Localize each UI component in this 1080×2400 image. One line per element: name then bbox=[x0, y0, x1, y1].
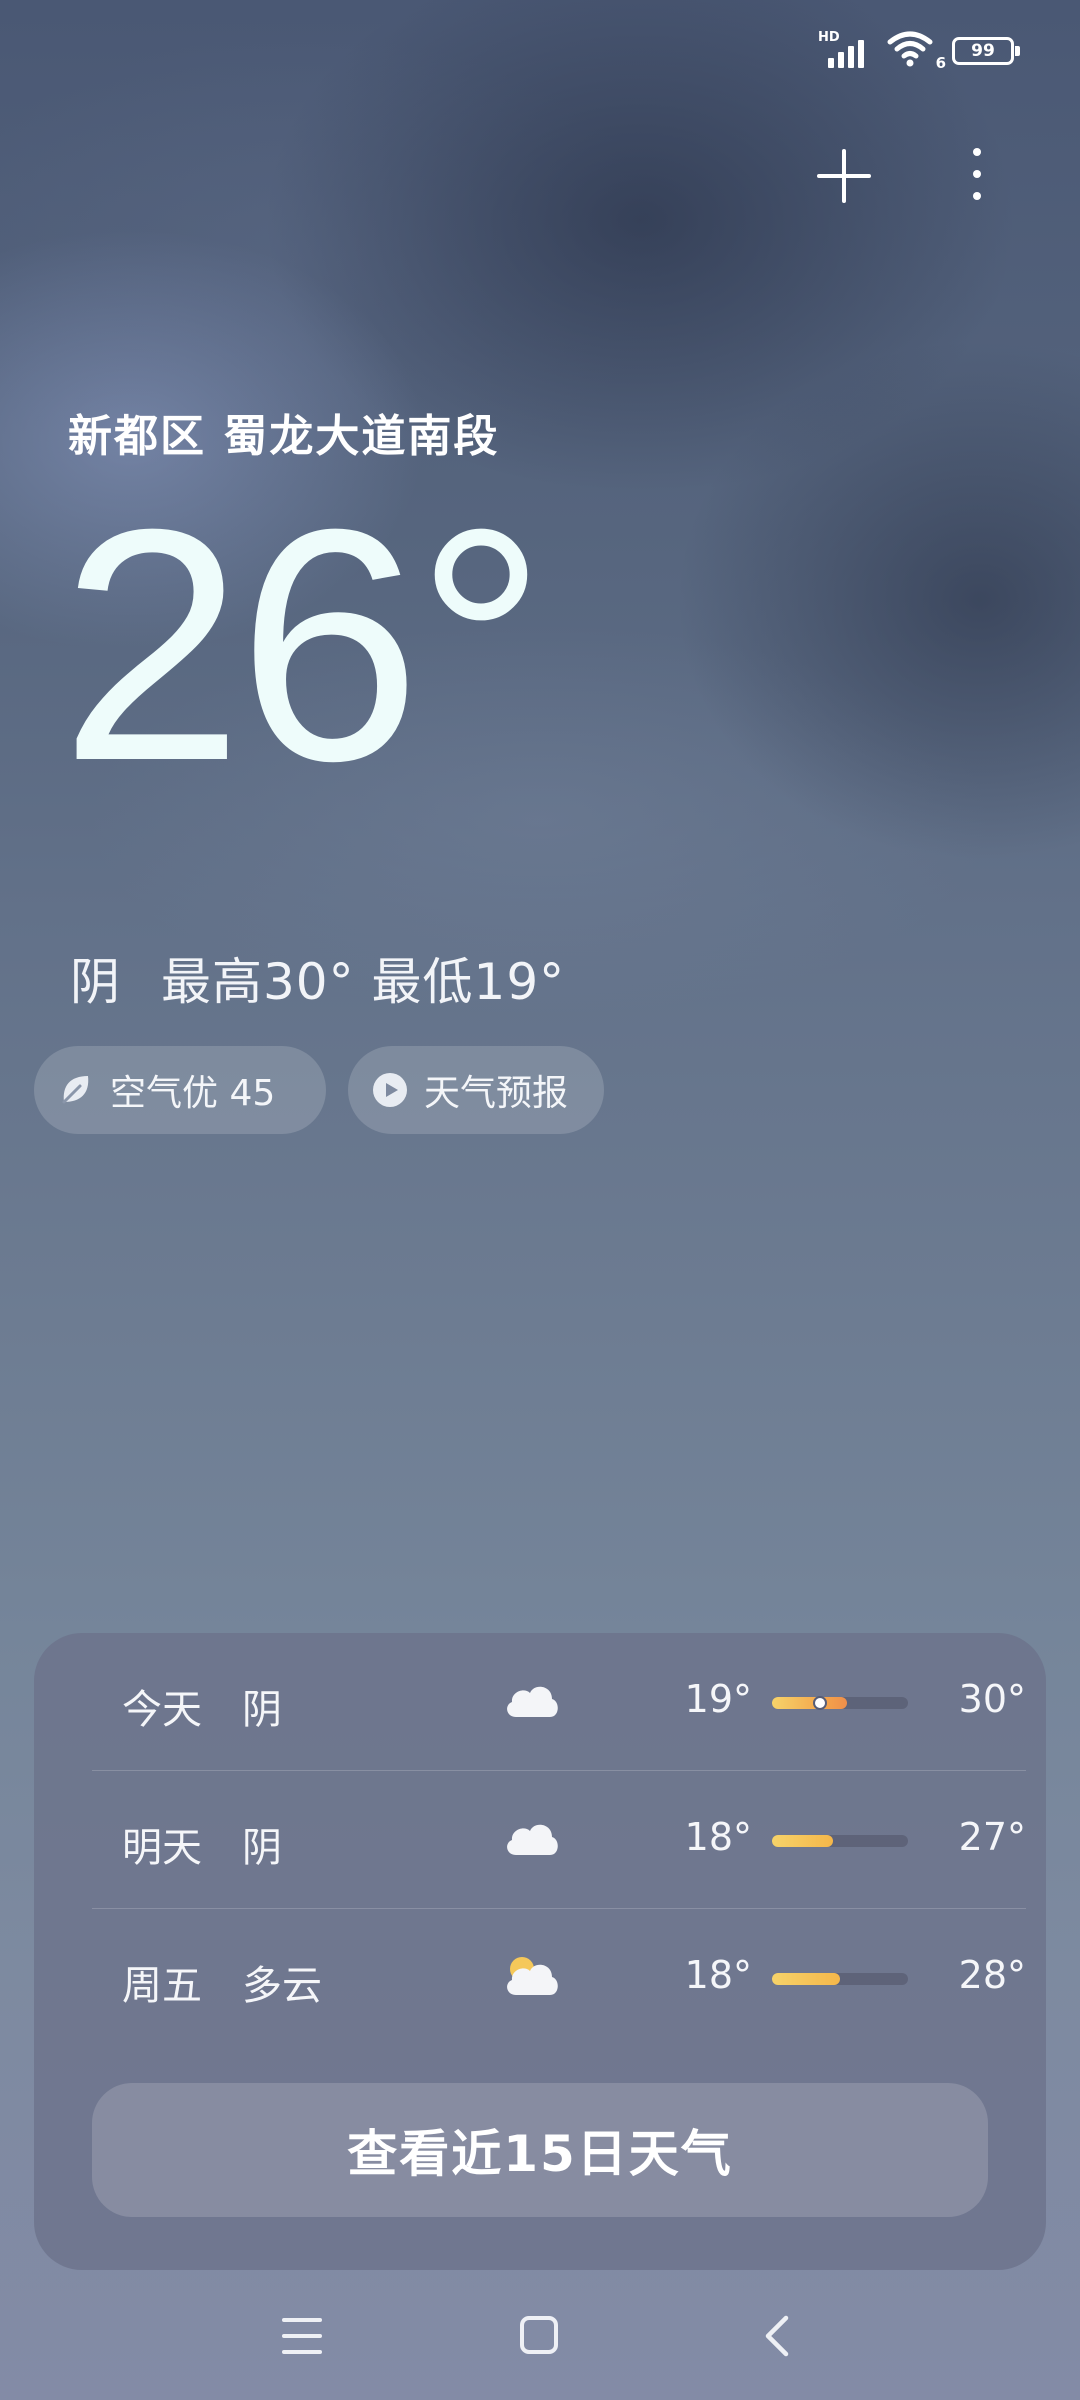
leaf-icon bbox=[56, 1070, 96, 1110]
weather-forecast-label: 天气预报 bbox=[424, 1073, 569, 1114]
temperature-range-fill bbox=[772, 1697, 847, 1709]
forecast-row-tomorrow[interactable]: 明天 阴 18° 27° bbox=[92, 1771, 1026, 1909]
cloud-icon bbox=[502, 1677, 562, 1723]
temperature-range-bar bbox=[772, 1835, 908, 1847]
location-title[interactable]: 新都区 蜀龙大道南段 bbox=[68, 400, 499, 464]
add-city-button[interactable] bbox=[814, 146, 874, 206]
current-low: 最低19° bbox=[371, 953, 566, 1011]
air-quality-label: 空气优 45 bbox=[110, 1073, 276, 1114]
temperature-range-fill bbox=[772, 1835, 834, 1847]
temperature-range-fill bbox=[772, 1973, 840, 1985]
more-options-button[interactable] bbox=[962, 144, 992, 204]
current-condition-line: 阴最高30° 最低19° bbox=[70, 942, 565, 1014]
recent-apps-button[interactable] bbox=[282, 2318, 322, 2354]
status-bar: HD 6 99 bbox=[0, 0, 1080, 100]
current-temperature-marker bbox=[812, 1696, 827, 1710]
current-temperature: 26° bbox=[60, 460, 547, 829]
back-button[interactable] bbox=[758, 2314, 798, 2358]
partly-cloudy-icon bbox=[502, 1953, 562, 1999]
forecast-condition: 阴 bbox=[242, 1687, 282, 1733]
temperature-range-bar bbox=[772, 1696, 908, 1710]
forecast-row-today[interactable]: 今天 阴 19° 30° bbox=[92, 1633, 1026, 1771]
forecast-day: 今天 bbox=[122, 1687, 202, 1733]
temperature-range-bar bbox=[772, 1973, 908, 1985]
weather-forecast-video-chip[interactable]: 天气预报 bbox=[348, 1046, 604, 1134]
play-icon bbox=[370, 1070, 410, 1110]
forecast-high: 30° bbox=[958, 1677, 1026, 1721]
current-condition: 阴 bbox=[70, 953, 121, 1011]
forecast-low: 19° bbox=[684, 1677, 752, 1721]
view-15-day-forecast-button[interactable]: 查看近15日天气 bbox=[92, 2083, 988, 2217]
forecast-row-friday[interactable]: 周五 多云 18° 28° bbox=[92, 1909, 1026, 2047]
forecast-high: 28° bbox=[958, 1953, 1026, 1997]
forecast-condition: 多云 bbox=[242, 1963, 322, 2009]
current-high: 最高30° bbox=[161, 953, 355, 1011]
forecast-day: 明天 bbox=[122, 1825, 202, 1871]
forecast-day: 周五 bbox=[122, 1963, 202, 2009]
status-icons: HD 6 99 bbox=[816, 30, 1020, 72]
home-button[interactable] bbox=[520, 2316, 558, 2354]
forecast-low: 18° bbox=[684, 1953, 752, 1997]
battery-icon: 99 bbox=[952, 37, 1020, 65]
wifi-generation-label: 6 bbox=[935, 54, 946, 72]
battery-level: 99 bbox=[971, 41, 995, 61]
cellular-signal-icon: HD bbox=[816, 30, 872, 72]
forecast-low: 18° bbox=[684, 1815, 752, 1859]
forecast-high: 27° bbox=[958, 1815, 1026, 1859]
air-quality-chip[interactable]: 空气优 45 bbox=[34, 1046, 326, 1134]
system-navigation-bar bbox=[0, 2290, 1080, 2400]
forecast-card: 今天 阴 19° 30° 明天 阴 18° 27° 周五 多云 18° 28° … bbox=[34, 1633, 1046, 2270]
wifi-icon: 6 bbox=[886, 30, 946, 72]
cloud-icon bbox=[502, 1815, 562, 1861]
forecast-condition: 阴 bbox=[242, 1825, 282, 1871]
